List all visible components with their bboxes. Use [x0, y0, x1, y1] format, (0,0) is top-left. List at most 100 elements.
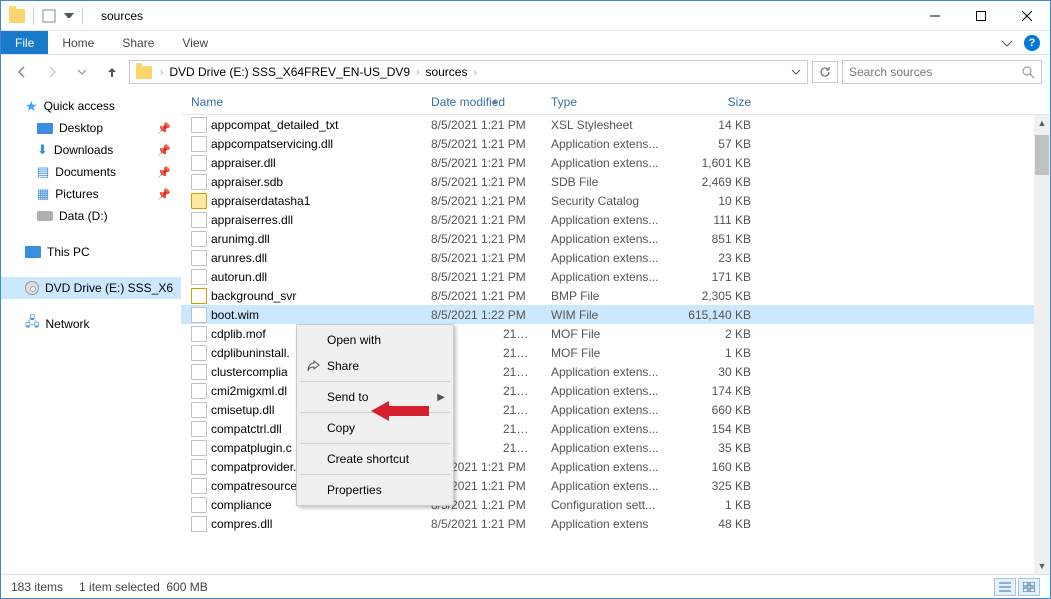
file-row[interactable]: arunres.dll8/5/2021 1:21 PMApplication e… [181, 248, 1050, 267]
file-icon [191, 440, 207, 456]
tab-view[interactable]: View [168, 31, 222, 54]
file-row[interactable]: arunimg.dll8/5/2021 1:21 PMApplication e… [181, 229, 1050, 248]
file-icon [191, 383, 207, 399]
file-type: Configuration sett... [541, 498, 671, 512]
nav-network[interactable]: 🖧Network [1, 313, 181, 335]
file-icon [191, 269, 207, 285]
ctx-separator [300, 381, 450, 382]
file-name: autorun.dll [211, 270, 267, 284]
view-icons-button[interactable] [1018, 578, 1040, 596]
col-header-date[interactable]: Date modified [421, 95, 541, 109]
chevron-right-icon[interactable]: › [469, 67, 480, 78]
nav-this-pc[interactable]: This PC [1, 241, 181, 263]
file-row[interactable]: autorun.dll8/5/2021 1:21 PMApplication e… [181, 267, 1050, 286]
file-size: 10 KB [671, 194, 761, 208]
expand-ribbon-icon[interactable] [1002, 38, 1012, 48]
tab-share[interactable]: Share [108, 31, 168, 54]
recent-dropdown[interactable] [69, 59, 95, 85]
chevron-right-icon[interactable]: › [156, 67, 167, 78]
ctx-copy[interactable]: Copy [299, 415, 451, 441]
refresh-button[interactable] [812, 61, 838, 83]
file-name: compatprovider.dll [211, 460, 308, 474]
col-header-size[interactable]: Size [671, 95, 761, 109]
file-date: 8/5/2021 1:21 PM [421, 137, 541, 151]
ctx-separator [300, 474, 450, 475]
ctx-send-to[interactable]: Send to▶ [299, 384, 451, 410]
close-button[interactable] [1004, 1, 1050, 31]
file-icon [191, 497, 207, 513]
nav-desktop[interactable]: Desktop📌 [1, 117, 181, 139]
breadcrumb-item[interactable]: sources [423, 65, 469, 79]
file-row[interactable]: appraiser.dll8/5/2021 1:21 PMApplication… [181, 153, 1050, 172]
view-details-button[interactable] [994, 578, 1016, 596]
file-name: clustercomplia [211, 365, 288, 379]
quick-access-dropdown[interactable] [64, 13, 74, 18]
scrollbar[interactable]: ▲ ▼ [1034, 115, 1050, 574]
star-icon: ★ [25, 98, 38, 115]
network-icon: 🖧 [25, 313, 40, 335]
pin-icon: 📌 [157, 122, 171, 135]
nav-pane: ★Quick access Desktop📌 ⬇Downloads📌 ▤Docu… [1, 89, 181, 574]
file-size: 35 KB [671, 441, 761, 455]
file-name: appcompatservicing.dll [211, 137, 333, 151]
file-name: compatplugin.c [211, 441, 292, 455]
tab-file[interactable]: File [1, 31, 48, 54]
file-row[interactable]: appraiser.sdb8/5/2021 1:21 PMSDB File2,4… [181, 172, 1050, 191]
search-placeholder: Search sources [849, 65, 932, 79]
nav-documents[interactable]: ▤Documents📌 [1, 161, 181, 183]
file-size: 2 KB [671, 327, 761, 341]
file-row[interactable]: appcompatservicing.dll8/5/2021 1:21 PMAp… [181, 134, 1050, 153]
ctx-separator [300, 443, 450, 444]
file-row[interactable]: appraiserres.dll8/5/2021 1:21 PMApplicat… [181, 210, 1050, 229]
ctx-properties[interactable]: Properties [299, 477, 451, 503]
scroll-down-button[interactable]: ▼ [1034, 558, 1050, 574]
file-row[interactable]: compres.dll8/5/2021 1:21 PMApplication e… [181, 514, 1050, 533]
scroll-thumb[interactable] [1035, 135, 1049, 175]
tab-home[interactable]: Home [48, 31, 108, 54]
pin-icon: 📌 [157, 144, 171, 157]
file-row[interactable]: boot.wim8/5/2021 1:22 PMWIM File615,140 … [181, 305, 1050, 324]
up-button[interactable] [99, 59, 125, 85]
breadcrumb-item[interactable]: DVD Drive (E:) SSS_X64FREV_EN-US_DV9 [167, 65, 412, 79]
maximize-button[interactable] [958, 1, 1004, 31]
file-row[interactable]: background_svr8/5/2021 1:21 PMBMP File2,… [181, 286, 1050, 305]
nav-downloads[interactable]: ⬇Downloads📌 [1, 139, 181, 161]
nav-pictures[interactable]: ▦Pictures📌 [1, 183, 181, 205]
file-row[interactable]: appraiserdatasha18/5/2021 1:21 PMSecurit… [181, 191, 1050, 210]
minimize-button[interactable] [912, 1, 958, 31]
file-size: 111 KB [671, 213, 761, 227]
forward-button[interactable] [39, 59, 65, 85]
search-input[interactable]: Search sources [842, 60, 1042, 84]
ctx-create-shortcut[interactable]: Create shortcut [299, 446, 451, 472]
file-row[interactable]: appcompat_detailed_txt8/5/2021 1:21 PMXS… [181, 115, 1050, 134]
col-header-name[interactable]: Name▲ [181, 95, 421, 109]
document-icon: ▤ [37, 164, 49, 180]
file-type: BMP File [541, 289, 671, 303]
checkbox-icon[interactable] [42, 9, 56, 23]
nav-data-d[interactable]: Data (D:) [1, 205, 181, 227]
file-size: 14 KB [671, 118, 761, 132]
titlebar: sources [1, 1, 1050, 31]
ctx-share[interactable]: Share [299, 353, 451, 379]
file-name: appraiser.sdb [211, 175, 283, 189]
scroll-up-button[interactable]: ▲ [1034, 115, 1050, 131]
file-type: Application extens... [541, 479, 671, 493]
file-icon [191, 421, 207, 437]
search-icon [1021, 65, 1035, 79]
file-date: 8/5/2021 1:21 PM [421, 175, 541, 189]
nav-quick-access[interactable]: ★Quick access [1, 95, 181, 117]
file-type: MOF File [541, 346, 671, 360]
back-button[interactable] [9, 59, 35, 85]
breadcrumb[interactable]: › DVD Drive (E:) SSS_X64FREV_EN-US_DV9 ›… [129, 60, 808, 84]
chevron-right-icon[interactable]: › [412, 67, 423, 78]
file-icon [191, 326, 207, 342]
file-type: MOF File [541, 327, 671, 341]
file-date: 8/5/2021 1:21 PM [421, 232, 541, 246]
help-button[interactable]: ? [1024, 35, 1040, 51]
col-header-type[interactable]: Type [541, 95, 671, 109]
nav-dvd-drive[interactable]: DVD Drive (E:) SSS_X6 [1, 277, 181, 299]
file-date: 8/5/2021 1:21 PM [421, 118, 541, 132]
file-type: Application extens... [541, 365, 671, 379]
chevron-down-icon[interactable] [787, 63, 805, 81]
ctx-open-with[interactable]: Open with [299, 327, 451, 353]
